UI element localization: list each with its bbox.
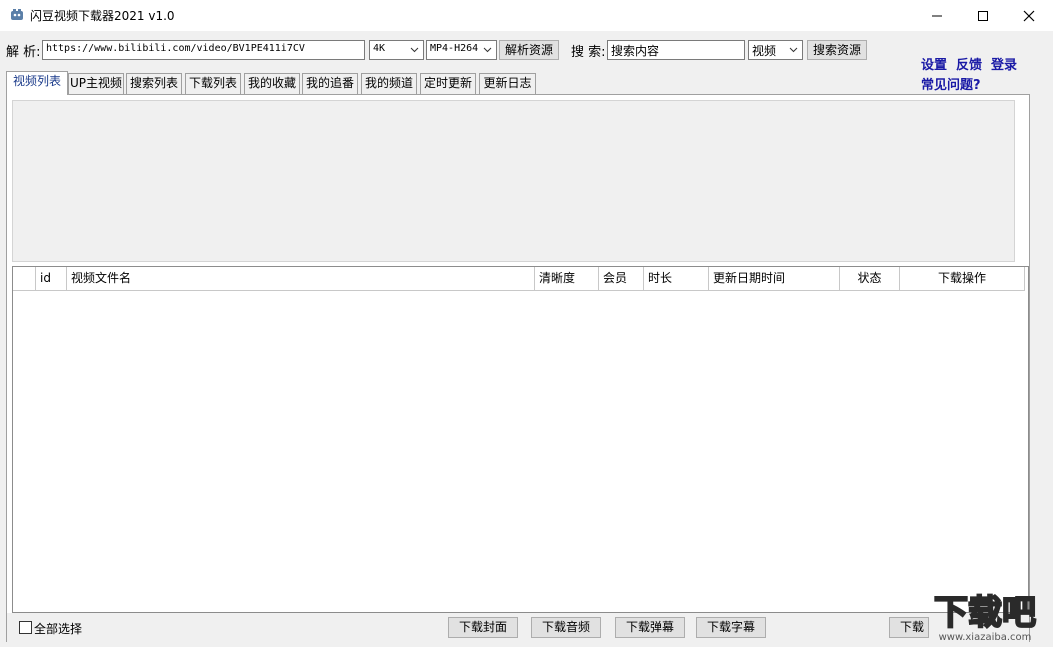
faq-link[interactable]: 常见问题? [921,74,981,93]
window-title: 闪豆视频下载器2021 v1.0 [30,9,175,23]
select-all-checkbox[interactable] [19,621,32,634]
column-header-member[interactable]: 会员 [599,267,644,290]
download-cover-button[interactable]: 下载封面 [448,617,518,638]
format-select-value: MP4-H264 [430,43,479,54]
chevron-down-icon [483,47,492,53]
close-button[interactable] [1006,0,1052,31]
format-select[interactable]: MP4-H264 [426,40,497,60]
settings-link[interactable]: 设置 [921,54,947,73]
tab-changelog[interactable]: 更新日志 [479,73,536,94]
tab-my-channels[interactable]: 我的频道 [361,73,417,94]
close-icon [1023,10,1035,21]
column-header-update-time[interactable]: 更新日期时间 [709,267,840,290]
bottom-toolbar [7,613,1029,642]
tab-video-list[interactable]: 视频列表 [6,71,68,95]
download-subtitle-button[interactable]: 下载字幕 [696,617,766,638]
watermark-text: 下载吧 [934,593,1036,633]
search-type-select[interactable]: 视频 [748,40,803,60]
quality-select[interactable]: 4K [369,40,424,60]
quality-select-value: 4K [373,43,386,54]
feedback-link[interactable]: 反馈 [956,54,982,73]
column-header-select[interactable] [13,267,36,290]
watermark-url: www.xiazaiba.com [939,632,1032,643]
column-header-status[interactable]: 状态 [840,267,900,290]
chevron-down-icon [410,47,419,53]
select-all-label: 全部选择 [34,622,83,636]
maximize-button[interactable] [960,0,1006,31]
tab-favorites[interactable]: 我的收藏 [244,73,300,94]
table-header: id 视频文件名 清晰度 会员 时长 更新日期时间 状态 下载操作 [13,267,1025,291]
search-label: 搜 索: [571,45,606,60]
minimize-button[interactable] [914,0,960,31]
column-header-download-action[interactable]: 下载操作 [900,267,1025,290]
tab-followed-series[interactable]: 我的追番 [302,73,358,94]
maximize-icon [978,10,988,21]
tab-up-videos[interactable]: UP主视频 [68,73,124,94]
login-link[interactable]: 登录 [991,54,1017,73]
column-header-duration[interactable]: 时长 [644,267,709,290]
video-info-panel [12,100,1015,262]
tab-scheduled-update[interactable]: 定时更新 [420,73,476,94]
search-button[interactable]: 搜索资源 [807,40,867,60]
minimize-icon [932,15,942,16]
tab-search-list[interactable]: 搜索列表 [126,73,182,94]
download-danmaku-button[interactable]: 下载弹幕 [615,617,685,638]
tab-download-list[interactable]: 下载列表 [185,73,241,94]
watermark-logo: 下载吧 www.xiazaiba.com [918,586,1052,644]
column-header-quality[interactable]: 清晰度 [535,267,599,290]
parse-label: 解 析: [6,45,41,60]
column-header-id[interactable]: id [36,267,67,290]
column-header-filename[interactable]: 视频文件名 [67,267,535,290]
chevron-down-icon [789,47,798,53]
video-table[interactable] [12,266,1029,613]
parse-button[interactable]: 解析资源 [499,40,559,60]
download-audio-button[interactable]: 下载音频 [531,617,601,638]
search-input[interactable]: 搜索内容 [607,40,745,60]
app-logo-icon [10,8,24,22]
search-type-value: 视频 [752,44,777,58]
url-input[interactable]: https://www.bilibili.com/video/BV1PE411i… [42,40,365,60]
